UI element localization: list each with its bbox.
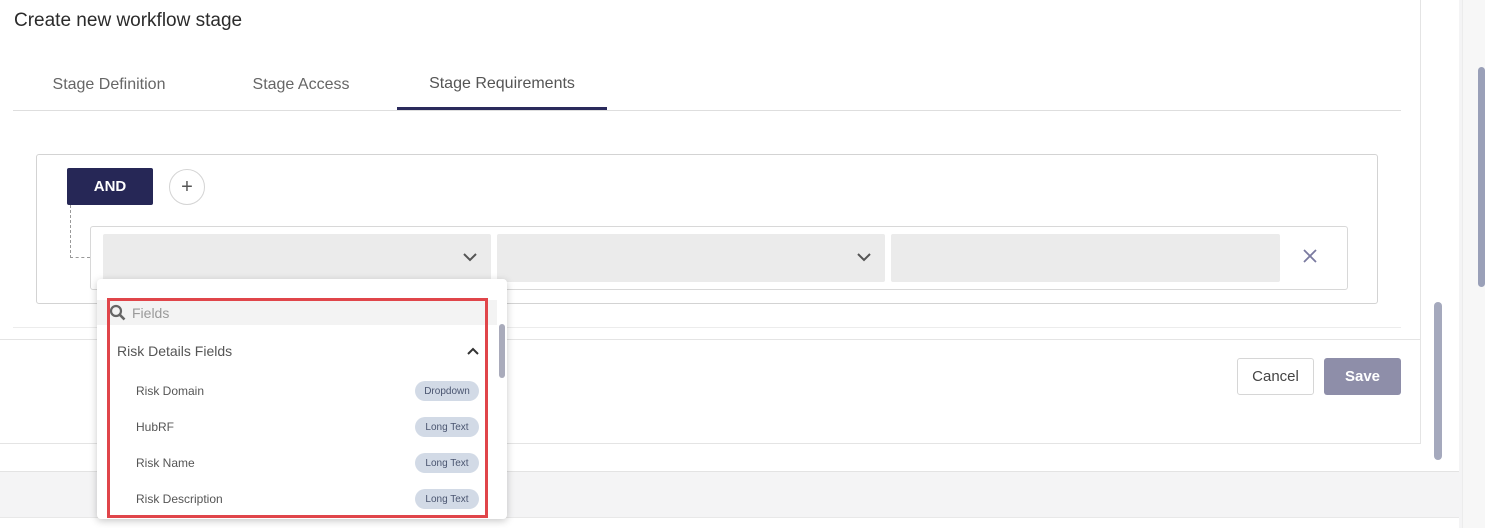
operator-select[interactable]: [497, 234, 885, 282]
tree-connector-horizontal: [70, 257, 90, 258]
search-icon: [109, 304, 126, 321]
close-icon[interactable]: [1299, 245, 1321, 267]
list-item-risk-description[interactable]: Risk Description Long Text: [97, 482, 497, 518]
chevron-down-icon: [857, 253, 871, 262]
value-input[interactable]: [891, 234, 1280, 282]
tab-stage-requirements[interactable]: Stage Requirements: [397, 60, 607, 110]
dropdown-scrollbar-thumb[interactable]: [499, 324, 505, 378]
field-type-badge: Long Text: [415, 489, 479, 509]
page-title: Create new workflow stage: [14, 10, 243, 31]
field-type-badge: Long Text: [415, 417, 479, 437]
plus-icon: +: [181, 175, 193, 198]
field-select[interactable]: [103, 234, 491, 282]
field-label: HubRF: [136, 420, 175, 434]
page-scrollbar[interactable]: [1462, 0, 1485, 528]
search-placeholder: Fields: [132, 305, 170, 321]
tab-stage-access[interactable]: Stage Access: [205, 60, 397, 110]
page-scrollbar-thumb[interactable]: [1478, 67, 1485, 287]
tree-connector-vertical: [70, 205, 71, 258]
modal-scrollbar-thumb[interactable]: [1434, 302, 1442, 460]
field-search[interactable]: Fields: [97, 300, 497, 325]
cancel-button[interactable]: Cancel: [1237, 358, 1314, 395]
field-type-badge: Dropdown: [415, 381, 479, 401]
chevron-down-icon: [463, 253, 477, 262]
tab-stage-definition[interactable]: Stage Definition: [13, 60, 205, 110]
save-button[interactable]: Save: [1324, 358, 1401, 395]
field-type-badge: Long Text: [415, 453, 479, 473]
field-group-header[interactable]: Risk Details Fields: [117, 343, 232, 359]
field-dropdown-menu: Fields Risk Details Fields Risk Domain D…: [97, 279, 507, 519]
list-item-risk-name[interactable]: Risk Name Long Text: [97, 446, 497, 482]
field-label: Risk Description: [136, 492, 223, 506]
chevron-up-icon[interactable]: [466, 344, 480, 358]
field-label: Risk Domain: [136, 384, 205, 398]
field-label: Risk Name: [136, 456, 195, 470]
stage-tabs: Stage Definition Stage Access Stage Requ…: [13, 60, 1401, 111]
list-item-hubrf[interactable]: HubRF Long Text: [97, 410, 497, 446]
and-operator-button[interactable]: AND: [67, 168, 153, 205]
add-condition-button[interactable]: +: [169, 169, 205, 205]
list-item-risk-domain[interactable]: Risk Domain Dropdown: [97, 374, 497, 410]
